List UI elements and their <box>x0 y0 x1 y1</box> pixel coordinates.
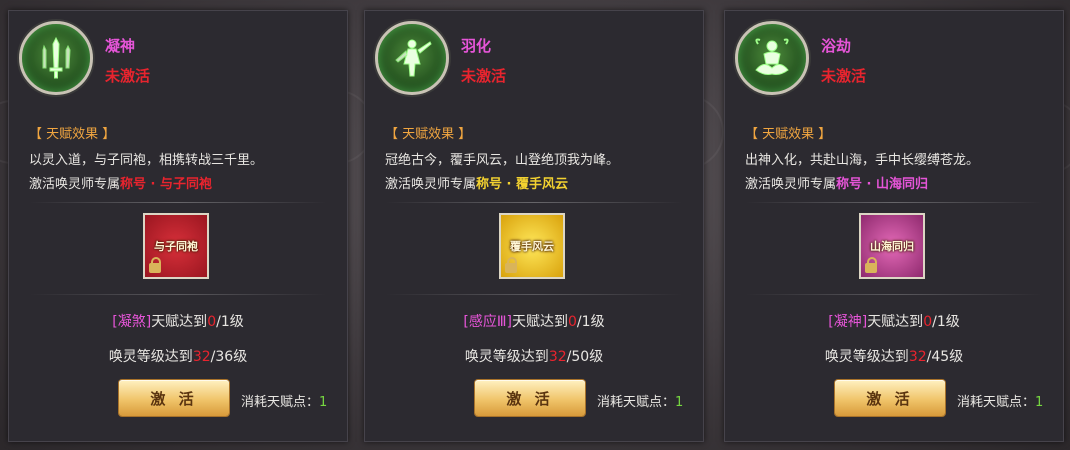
talent-point-cost: 消耗天赋点：1 <box>597 391 683 410</box>
summon-current: 32 <box>908 349 927 365</box>
required-talent: [凝神] <box>828 314 868 330</box>
title-word: 称号 <box>120 177 147 192</box>
title-badge[interactable]: 山海同归 <box>859 213 925 279</box>
talent-description: 冠绝古今，覆手风云，山登绝顶我为峰。 <box>385 153 620 168</box>
unlock-prefix: 激活唤灵师专属 <box>745 177 837 192</box>
summon-label: 唤灵等级达到 <box>464 349 549 365</box>
lotus-figure-icon <box>735 21 809 95</box>
section-header: 【 天赋效果 】 <box>745 127 832 142</box>
req-current: 0 <box>207 314 217 330</box>
talent-point-cost: 消耗天赋点：1 <box>957 391 1043 410</box>
title-badge[interactable]: 覆手风云 <box>499 213 565 279</box>
unlock-prefix: 激活唤灵师专属 <box>29 177 121 192</box>
talent-card-1: 凝神 未激活 【 天赋效果 】 以灵入道，与子同袍，相携转战三千里。 激活唤灵师… <box>8 10 348 442</box>
divider <box>29 294 327 295</box>
required-talent: [感应Ⅲ] <box>463 314 512 330</box>
summon-level-requirement: 唤灵等级达到32/45级 <box>725 346 1063 366</box>
sword-icon <box>19 21 93 95</box>
cost-label: 消耗天赋点： <box>957 395 1036 410</box>
summon-suffix: 级 <box>233 349 248 365</box>
talent-requirement: [凝煞]天赋达到0/1级 <box>9 311 347 331</box>
talent-description: 以灵入道，与子同袍，相携转战三千里。 <box>29 153 264 168</box>
talent-point-cost: 消耗天赋点：1 <box>241 391 327 410</box>
summon-label: 唤灵等级达到 <box>824 349 909 365</box>
activate-button[interactable]: 激 活 <box>119 380 229 416</box>
title-name: 与子同袍 <box>160 177 213 192</box>
badge-text: 与子同袍 <box>154 240 198 253</box>
badge-text: 山海同归 <box>870 240 914 253</box>
lock-icon <box>505 257 517 273</box>
unlock-prefix: 激活唤灵师专属 <box>385 177 477 192</box>
req-suffix: 级 <box>590 314 605 330</box>
summon-level-requirement: 唤灵等级达到32/50级 <box>365 346 703 366</box>
required-talent: [凝煞] <box>112 314 152 330</box>
title-word: 称号 <box>836 177 863 192</box>
title-name: 山海同归 <box>876 177 929 192</box>
summon-level-requirement: 唤灵等级达到32/36级 <box>9 346 347 366</box>
unlock-reward-text: 激活唤灵师专属称号 · 覆手风云 <box>385 173 568 192</box>
req-current: 0 <box>568 314 577 330</box>
summon-label: 唤灵等级达到 <box>108 349 193 365</box>
req-label: 天赋达到 <box>867 314 924 330</box>
unlock-reward-text: 激活唤灵师专属称号 · 山海同归 <box>745 173 928 192</box>
talent-card-2: 羽化 未激活 【 天赋效果 】 冠绝古今，覆手风云，山登绝顶我为峰。 激活唤灵师… <box>364 10 704 442</box>
divider <box>385 294 683 295</box>
activate-button[interactable]: 激 活 <box>475 380 585 416</box>
req-max: 1 <box>220 314 230 330</box>
badge-text: 覆手风云 <box>510 240 554 253</box>
req-suffix: 级 <box>945 314 960 330</box>
title-separator: · <box>502 177 517 192</box>
lock-icon <box>149 257 161 273</box>
activation-status: 未激活 <box>821 67 867 85</box>
section-header: 【 天赋效果 】 <box>385 127 472 142</box>
section-header: 【 天赋效果 】 <box>29 127 116 142</box>
talent-name: 羽化 <box>461 37 492 55</box>
unlock-reward-text: 激活唤灵师专属称号 · 与子同袍 <box>29 173 212 192</box>
talent-name: 凝神 <box>105 37 136 55</box>
req-current: 0 <box>923 314 933 330</box>
activation-status: 未激活 <box>105 67 151 85</box>
summon-current: 32 <box>192 349 211 365</box>
talent-name: 浴劫 <box>821 37 852 55</box>
req-label: 天赋达到 <box>151 314 208 330</box>
title-separator: · <box>862 177 877 192</box>
divider <box>745 202 1043 203</box>
req-max: 1 <box>581 314 591 330</box>
activation-status: 未激活 <box>461 67 507 85</box>
title-word: 称号 <box>476 177 503 192</box>
summon-max: 45 <box>931 349 950 365</box>
summon-max: 50 <box>571 349 590 365</box>
summon-suffix: 级 <box>589 349 604 365</box>
cost-value: 1 <box>319 395 328 410</box>
talent-card-3: 浴劫 未激活 【 天赋效果 】 出神入化，共赴山海，手中长缨缚苍龙。 激活唤灵师… <box>724 10 1064 442</box>
activate-button[interactable]: 激 活 <box>835 380 945 416</box>
req-max: 1 <box>936 314 946 330</box>
cost-label: 消耗天赋点： <box>597 395 676 410</box>
talent-requirement: [凝神]天赋达到0/1级 <box>725 311 1063 331</box>
divider <box>745 294 1043 295</box>
title-badge[interactable]: 与子同袍 <box>143 213 209 279</box>
divider <box>385 202 683 203</box>
summon-current: 32 <box>548 349 567 365</box>
cost-value: 1 <box>675 395 684 410</box>
cost-label: 消耗天赋点： <box>241 395 320 410</box>
lock-icon <box>865 257 877 273</box>
talent-description: 出神入化，共赴山海，手中长缨缚苍龙。 <box>745 153 980 168</box>
req-label: 天赋达到 <box>512 314 568 330</box>
divider <box>29 202 327 203</box>
cost-value: 1 <box>1035 395 1044 410</box>
title-separator: · <box>146 177 161 192</box>
req-suffix: 级 <box>229 314 244 330</box>
talent-requirement: [感应Ⅲ]天赋达到0/1级 <box>365 311 703 331</box>
summon-max: 36 <box>215 349 234 365</box>
title-name: 覆手风云 <box>516 177 569 192</box>
summon-suffix: 级 <box>949 349 964 365</box>
warrior-icon <box>375 21 449 95</box>
